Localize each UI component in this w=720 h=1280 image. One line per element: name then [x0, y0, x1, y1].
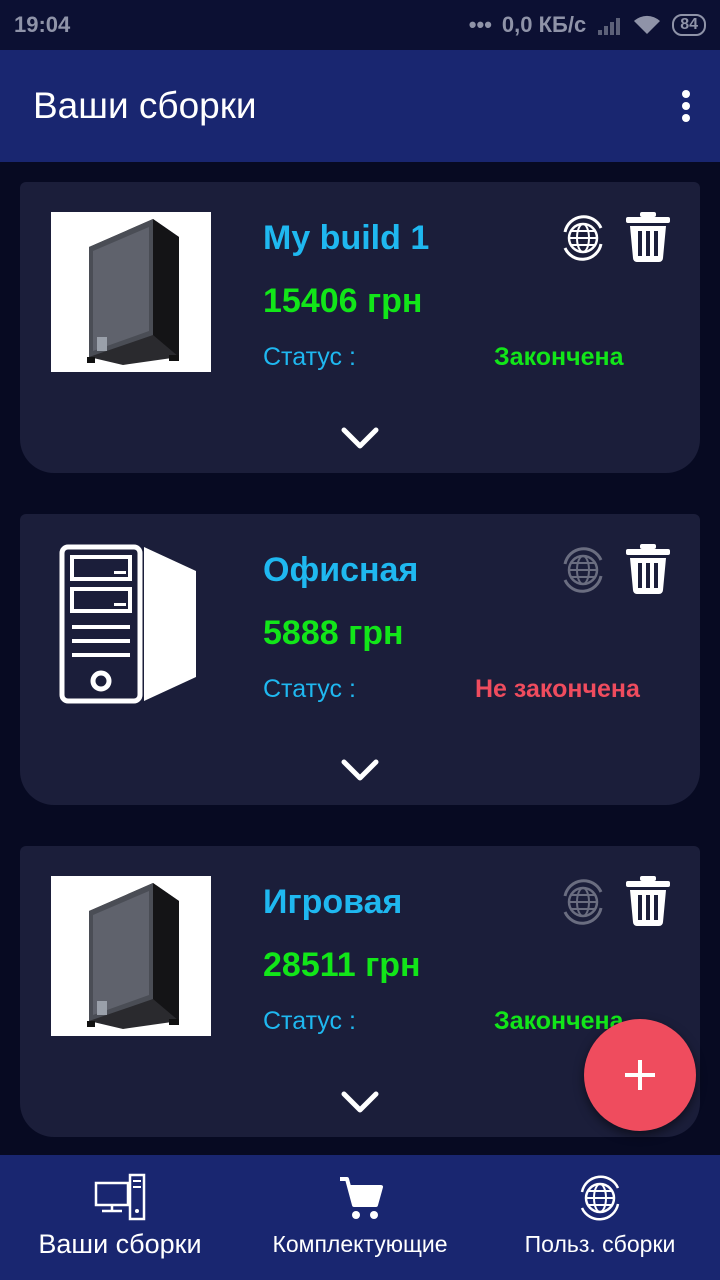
status-badge: Не закончена	[475, 675, 640, 703]
build-name: My build 1	[263, 219, 430, 257]
build-price: 28511 грн	[263, 946, 421, 984]
overflow-menu-button[interactable]	[674, 86, 698, 126]
dot-icon	[682, 114, 690, 122]
battery-indicator: 84	[672, 14, 706, 36]
pc-outline-icon	[59, 544, 196, 704]
build-card[interactable]: My build 1 15406 грн Статус : Закончена	[20, 182, 700, 473]
nav-item-user-builds[interactable]: Польз. сборки	[480, 1155, 720, 1280]
dot-icon	[682, 90, 690, 98]
status-indicators: ••• 0,0 КБ/с 84	[469, 12, 706, 38]
share-globe-button[interactable]	[557, 212, 609, 264]
nav-item-components[interactable]: Комплектующие	[240, 1155, 480, 1280]
share-globe-button[interactable]	[557, 544, 609, 596]
pc-case-photo-icon	[87, 219, 179, 365]
globe-icon	[580, 1175, 620, 1221]
globe-sync-icon	[563, 879, 603, 925]
status-label: Статус :	[263, 343, 356, 371]
trash-icon	[626, 544, 670, 594]
delete-button[interactable]	[624, 542, 672, 594]
expand-button[interactable]	[340, 422, 380, 454]
build-price: 5888 грн	[263, 614, 404, 652]
network-speed: 0,0 КБ/с	[501, 12, 587, 37]
trash-icon	[626, 876, 670, 926]
build-image	[51, 544, 211, 704]
computer-icon	[94, 1173, 146, 1221]
status-label: Статус :	[263, 1007, 356, 1035]
delete-button[interactable]	[624, 874, 672, 926]
globe-sync-icon	[563, 547, 603, 593]
dot-icon	[682, 102, 690, 110]
builds-list: My build 1 15406 грн Статус : Закончена	[20, 182, 700, 1178]
expand-button[interactable]	[340, 754, 380, 786]
nav-label: Комплектующие	[272, 1231, 448, 1257]
globe-sync-icon	[563, 215, 603, 261]
build-name: Игровая	[263, 883, 403, 921]
cart-icon	[340, 1177, 383, 1219]
wifi-icon	[634, 15, 661, 34]
status-time: 19:04	[14, 12, 71, 37]
status-label: Статус :	[263, 675, 356, 703]
nav-label: Ваши сборки	[38, 1229, 202, 1259]
chevron-down-icon	[341, 427, 379, 449]
plus-icon	[625, 1060, 655, 1090]
expand-button[interactable]	[340, 1086, 380, 1118]
pc-case-photo-icon	[87, 883, 179, 1029]
share-globe-button[interactable]	[557, 876, 609, 928]
bottom-navigation: Ваши сборки Комплектующие Польз. сборки	[0, 1155, 720, 1280]
status-badge: Закончена	[494, 343, 624, 371]
trash-icon	[626, 212, 670, 262]
build-price: 15406 грн	[263, 282, 423, 320]
nav-label: Польз. сборки	[524, 1231, 676, 1257]
build-image	[51, 876, 211, 1036]
status-bar: 19:04 ••• 0,0 КБ/с 84	[0, 0, 720, 50]
build-card[interactable]: Офисная 5888 грн Статус : Не закончена	[20, 514, 700, 805]
build-image	[51, 212, 211, 372]
chevron-down-icon	[341, 1091, 379, 1113]
more-dots-icon: •••	[468, 12, 492, 37]
build-name: Офисная	[263, 551, 419, 589]
page-title: Ваши сборки	[33, 85, 257, 126]
app-bar: Ваши сборки	[0, 50, 720, 162]
add-build-button[interactable]	[584, 1019, 696, 1131]
nav-item-your-builds[interactable]: Ваши сборки	[0, 1155, 240, 1280]
delete-button[interactable]	[624, 210, 672, 262]
chevron-down-icon	[341, 759, 379, 781]
signal-icon	[598, 18, 621, 35]
